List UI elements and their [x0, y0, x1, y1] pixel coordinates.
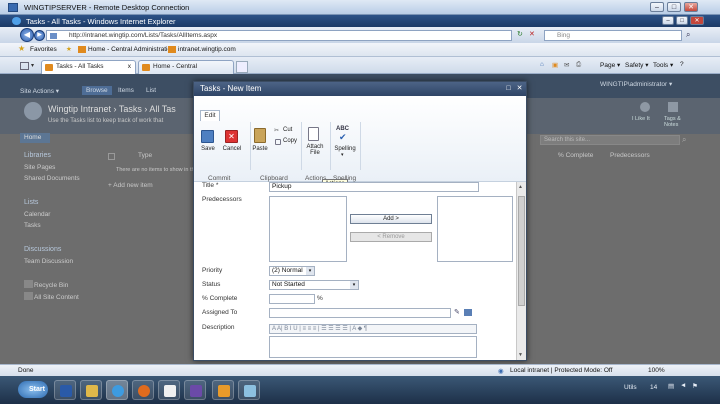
ribbon-separator	[360, 122, 361, 170]
status-value: Not Started	[272, 281, 305, 288]
description-label: Description	[202, 324, 235, 331]
attach-file-icon	[308, 127, 319, 141]
paint-icon	[244, 385, 256, 397]
select-all-checkbox[interactable]	[108, 153, 115, 160]
dialog-title: Tasks - New Item	[194, 82, 526, 96]
dialog-close-button[interactable]: ✕	[515, 84, 524, 93]
copy-icon	[275, 139, 281, 145]
windows-taskbar: Start Utils 14 ▤ ◄ ⚑	[0, 376, 720, 404]
scroll-up-icon[interactable]: ▲	[518, 184, 523, 190]
check-names-icon[interactable]: ✎	[454, 308, 460, 316]
taskbar-notepad[interactable]	[158, 380, 180, 400]
percent-complete-label: % Complete	[202, 295, 238, 302]
zone-icon: ◉	[498, 368, 504, 375]
cancel-icon: ✕	[225, 130, 238, 143]
taskbar-visual-studio[interactable]	[184, 380, 206, 400]
assigned-to-label: Assigned To	[202, 309, 238, 316]
tray-volume-icon[interactable]: ◄	[680, 382, 686, 389]
add-new-item-link[interactable]: + Add new item	[108, 182, 153, 189]
ie-statusbar: Done ◉ Local intranet | Protected Mode: …	[0, 364, 720, 376]
priority-select[interactable]: (2) Normal ▾	[269, 266, 315, 276]
spelling-dropdown-icon[interactable]: ▾	[341, 152, 344, 158]
tools-icon	[218, 385, 230, 397]
new-item-form: Title * Pickup Predecessors Add > < Remo…	[194, 182, 516, 360]
col-predecessors[interactable]: Predecessors	[610, 152, 650, 159]
rich-text-toolbar[interactable]: A A| B I U | ≡ ≡ ≡ | ☰ ☰ ☰ ☰ | A ◆ ¶	[269, 324, 477, 334]
paste-button[interactable]: Paste	[250, 146, 270, 152]
status-select[interactable]: Not Started ▾	[269, 280, 359, 290]
tray-network-icon[interactable]: ▤	[668, 382, 674, 390]
col-type[interactable]: Type	[138, 152, 152, 159]
notepad-icon	[164, 385, 176, 397]
zoom-level[interactable]: 100%	[648, 367, 665, 374]
cut-icon: ✂	[274, 128, 280, 134]
taskbar-tools[interactable]	[212, 380, 234, 400]
tab-edit[interactable]: Edit	[200, 110, 220, 121]
spelling-check-icon: ✔	[339, 132, 347, 142]
empty-list-message: There are no items to show in this	[116, 167, 199, 173]
scrollbar-thumb[interactable]	[518, 196, 525, 306]
security-zone[interactable]: Local intranet | Protected Mode: Off	[510, 367, 612, 374]
save-icon	[201, 130, 214, 143]
percent-suffix: %	[317, 295, 323, 302]
browse-people-icon[interactable]	[464, 309, 472, 316]
cut-button[interactable]: Cut	[283, 127, 292, 133]
priority-label: Priority	[202, 267, 223, 274]
taskbar-paint[interactable]	[238, 380, 260, 400]
ribbon-separator	[330, 122, 331, 170]
start-button[interactable]: Start	[18, 381, 48, 398]
priority-value: (2) Normal	[272, 267, 303, 274]
taskbar-firefox[interactable]	[132, 380, 154, 400]
percent-complete-input[interactable]	[269, 294, 315, 304]
firefox-icon	[138, 385, 150, 397]
new-item-dialog: Tasks - New Item □ ✕ Edit Save ✕ Cancel …	[193, 81, 527, 361]
assigned-to-input[interactable]	[269, 308, 451, 318]
copy-button[interactable]: Copy	[283, 138, 297, 144]
taskbar-explorer[interactable]	[80, 380, 102, 400]
attach-file-button[interactable]: Attach File	[304, 144, 326, 156]
taskbar-powershell[interactable]	[54, 380, 76, 400]
description-textarea[interactable]	[269, 336, 477, 358]
predecessors-label: Predecessors	[202, 196, 242, 203]
dialog-ribbon: Edit Save ✕ Cancel Paste ✂ Cut Copy Atta…	[194, 96, 526, 182]
tray-flag-icon[interactable]: ⚑	[692, 382, 698, 390]
chevron-down-icon: ▾	[306, 267, 314, 275]
title-label: Title *	[202, 182, 219, 189]
ie-icon	[112, 385, 124, 397]
title-input[interactable]: Pickup	[269, 182, 479, 192]
predecessors-selected-list[interactable]	[437, 196, 513, 262]
predecessors-available-list[interactable]	[269, 196, 347, 262]
chevron-down-icon: ▾	[350, 281, 358, 289]
save-button[interactable]: Save	[198, 146, 218, 152]
visual-studio-icon	[190, 385, 202, 397]
remove-predecessor-button[interactable]: < Remove	[350, 232, 432, 242]
tray-clock[interactable]: 14	[650, 384, 657, 391]
scroll-down-icon[interactable]: ▼	[518, 352, 523, 358]
powershell-icon	[60, 385, 72, 397]
tray-utils[interactable]: Utils	[624, 384, 637, 391]
group-clipboard: Clipboard	[260, 175, 288, 182]
ribbon-separator	[301, 122, 302, 170]
paste-icon	[254, 128, 266, 143]
add-predecessor-button[interactable]: Add >	[350, 214, 432, 224]
folder-icon	[86, 385, 98, 397]
status-label: Status	[202, 281, 221, 288]
dialog-scrollbar[interactable]: ▲ ▼	[516, 182, 526, 360]
status-text: Done	[18, 367, 34, 374]
dialog-maximize-button[interactable]: □	[504, 84, 513, 93]
spelling-button[interactable]: Spelling	[333, 146, 357, 152]
col-percent-complete[interactable]: % Complete	[558, 152, 593, 159]
taskbar-ie[interactable]	[106, 380, 128, 400]
group-commit: Commit	[208, 175, 231, 182]
cancel-button[interactable]: Cancel	[220, 146, 244, 152]
